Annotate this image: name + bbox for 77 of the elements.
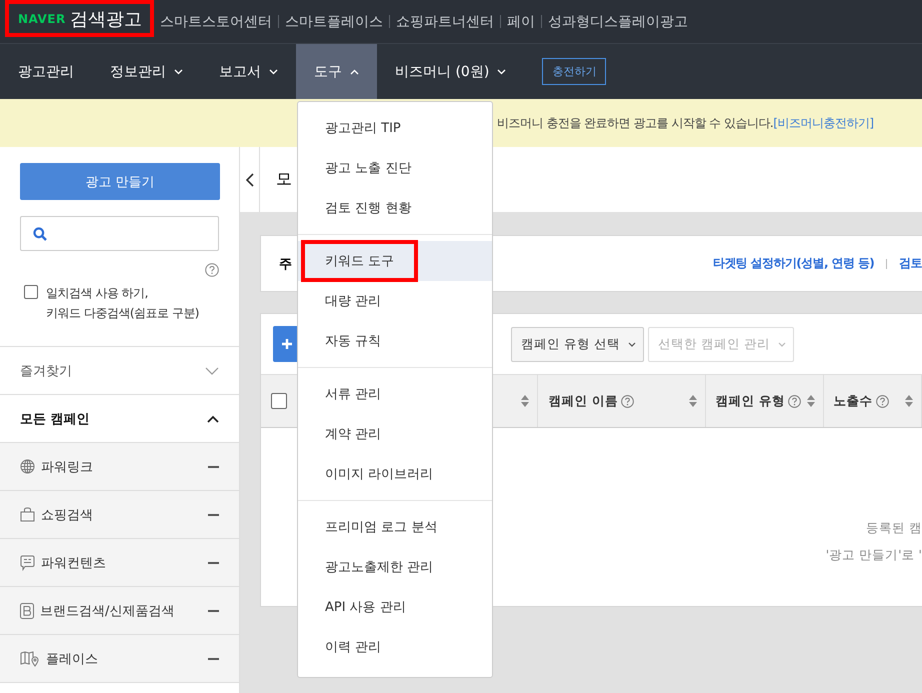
- menu-item[interactable]: API 사용 관리: [298, 587, 492, 627]
- nav-tab[interactable]: 정보관리: [92, 44, 201, 99]
- top-link[interactable]: 성과형디스플레이광고: [548, 12, 688, 30]
- sort-icon[interactable]: [806, 395, 815, 407]
- top-link[interactable]: 페이: [506, 12, 535, 30]
- settings-link[interactable]: 검토: [899, 255, 922, 272]
- campaign-type-label: 파워링크: [41, 458, 94, 476]
- filter-dropdown[interactable]: 캠페인 유형 선택: [511, 326, 644, 362]
- campaign-type-item[interactable]: 플레이스: [0, 635, 239, 683]
- chevron-icon: [174, 68, 183, 74]
- charge-link[interactable]: [비즈머니충전하기]: [773, 114, 874, 132]
- menu-item[interactable]: 프리미엄 로그 분석: [298, 507, 492, 547]
- create-ad-button[interactable]: 광고 만들기: [20, 163, 220, 200]
- search-icon: [33, 226, 47, 240]
- menu-item[interactable]: 광고노출제한 관리: [298, 547, 492, 587]
- menu-item[interactable]: 이미지 라이브러리: [298, 454, 492, 494]
- sort-icon[interactable]: [905, 395, 913, 407]
- menu-item[interactable]: 계약 관리: [298, 414, 492, 454]
- favorites-label: 즐겨찾기: [20, 362, 72, 380]
- chevron-icon: [269, 68, 278, 74]
- nav-tab[interactable]: 도구: [296, 44, 377, 99]
- column-header[interactable]: 노출수: [834, 392, 873, 410]
- nav-tab[interactable]: 광고관리: [0, 44, 92, 99]
- campaign-type-label: 파워컨텐츠: [41, 554, 107, 572]
- menu-item[interactable]: 키워드 도구: [298, 241, 492, 281]
- menu-item[interactable]: 광고 노출 진단: [298, 148, 492, 188]
- empty-state-text: '광고 만들기'로 ': [826, 547, 922, 564]
- menu-item[interactable]: 대량 관리: [298, 281, 492, 321]
- chat-icon: [20, 554, 35, 570]
- campaign-type-item[interactable]: 쇼핑검색: [0, 491, 239, 539]
- nav-tab[interactable]: 비즈머니 (0원): [377, 44, 524, 99]
- back-icon: [246, 172, 254, 186]
- help-icon[interactable]: [205, 263, 219, 277]
- column-header[interactable]: 캠페인 유형: [716, 392, 785, 410]
- campaign-type-label: 쇼핑검색: [41, 506, 94, 524]
- settings-link[interactable]: 타겟팅 설정하기(성별, 연령 등): [712, 255, 874, 272]
- campaign-type-item[interactable]: 파워컨텐츠: [0, 539, 239, 587]
- menu-item[interactable]: 이력 관리: [298, 627, 492, 667]
- sort-icon[interactable]: [521, 395, 530, 407]
- campaign-type-label: 플레이스: [46, 650, 99, 668]
- help-icon[interactable]: [788, 394, 801, 408]
- campaign-type-label: 브랜드검색/신제품검색: [40, 602, 176, 620]
- chevron-icon: [497, 68, 506, 74]
- all-campaigns-label: 모든 캠페인: [20, 410, 90, 428]
- letter-b-icon: [20, 602, 34, 618]
- map-pin-icon: [20, 650, 40, 666]
- help-icon[interactable]: [876, 394, 889, 408]
- chevron-icon: [778, 342, 786, 346]
- banner-text: 비즈머니 충전을 완료하면 광고를 시작할 수 있습니다.: [497, 114, 774, 132]
- logo[interactable]: NAVER 검색광고: [5, 0, 154, 37]
- menu-item[interactable]: 자동 규칙: [298, 321, 492, 361]
- summary-label: 주: [279, 256, 292, 272]
- top-link[interactable]: 쇼핑파트너센터: [396, 12, 494, 30]
- sort-icon[interactable]: [688, 395, 697, 407]
- menu-item[interactable]: 광고관리 TIP: [298, 108, 492, 148]
- chevron-icon: [350, 68, 359, 74]
- menu-item[interactable]: 검토 진행 현황: [298, 188, 492, 228]
- nav-tab[interactable]: 보고서: [201, 44, 296, 99]
- top-link[interactable]: 스마트플레이스: [284, 12, 383, 30]
- favorites-row[interactable]: 즐겨찾기: [0, 347, 239, 395]
- top-link[interactable]: 스마트스토어센터: [160, 12, 272, 30]
- plus-icon: [282, 339, 292, 349]
- help-icon[interactable]: [620, 394, 634, 408]
- search-field[interactable]: [20, 216, 219, 251]
- menu-item[interactable]: 서류 관리: [298, 374, 492, 414]
- campaign-type-item[interactable]: 브랜드검색/신제품검색: [0, 587, 239, 635]
- globe-icon: [20, 459, 35, 474]
- campaign-type-item[interactable]: 파워링크: [0, 443, 239, 491]
- page-title: 모: [276, 169, 292, 190]
- chevron-icon: [628, 342, 636, 346]
- bag-icon: [20, 507, 35, 522]
- exact-match-label: 일치검색 사용 하기, 키워드 다중검색(쉼표로 구분): [46, 285, 199, 322]
- checkbox[interactable]: [24, 285, 38, 299]
- charge-button[interactable]: 충전하기: [542, 58, 606, 85]
- empty-state-text: 등록된 캠: [866, 520, 922, 537]
- select-all-checkbox[interactable]: [271, 393, 287, 409]
- column-header[interactable]: 캠페인 이름: [548, 392, 618, 410]
